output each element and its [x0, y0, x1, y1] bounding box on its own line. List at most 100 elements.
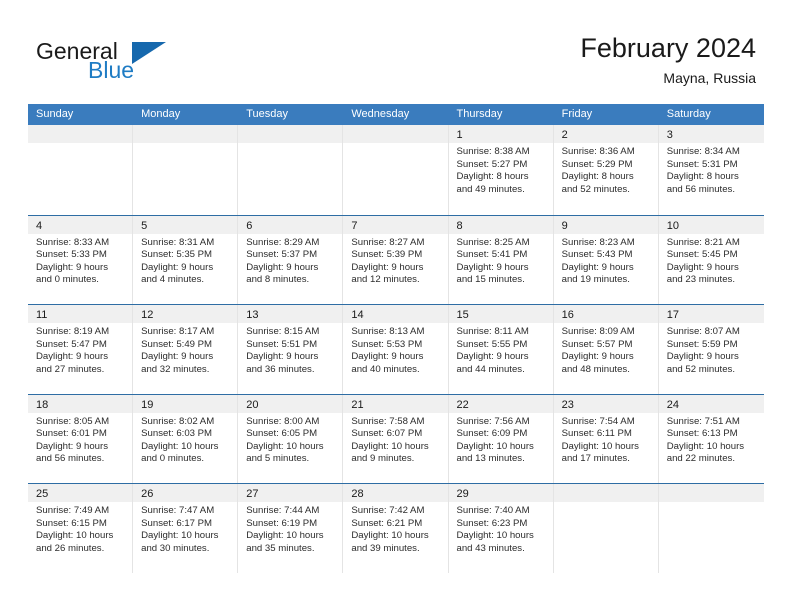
- day-detail-line: Daylight: 8 hours: [456, 171, 529, 183]
- day-detail-line: and 12 minutes.: [351, 274, 420, 286]
- day-details: [238, 143, 342, 146]
- calendar-day-cell[interactable]: 3 Sunrise: 8:34 AM Sunset: 5:31 PM Daylight…: [658, 125, 764, 215]
- day-detail-line: Sunset: 6:11 PM: [561, 428, 632, 440]
- calendar-day-cell[interactable]: 28 Sunrise: 7:42 AM Sunset: 6:21 PM Dayligh…: [343, 484, 449, 573]
- day-detail-line: Sunset: 6:07 PM: [351, 428, 423, 440]
- calendar-day-cell[interactable]: 16 Sunrise: 8:09 AM Sunset: 5:57 PM Dayligh…: [553, 305, 659, 394]
- day-detail-line: and 23 minutes.: [666, 274, 736, 286]
- day-detail-line: Daylight: 9 hours: [141, 351, 214, 363]
- day-detail-line: Sunset: 5:49 PM: [141, 338, 213, 350]
- day-detail-line: Daylight: 9 hours: [561, 351, 634, 363]
- calendar-day-cell[interactable]: 25 Sunrise: 7:49 AM Sunset: 6:15 PM Dayligh…: [28, 484, 134, 573]
- title-block: February 2024 Mayna, Russia: [580, 32, 756, 87]
- day-number: 17: [666, 309, 679, 321]
- calendar-day-cell[interactable]: 7 Sunrise: 8:27 AM Sunset: 5:39 PM Daylight…: [343, 215, 449, 304]
- day-details: Sunrise: 7:47 AM Sunset: 6:17 PM Daylight:…: [133, 502, 237, 555]
- day-number-strip: [658, 484, 764, 502]
- weekday-header-sunday: Sunday: [36, 108, 74, 120]
- calendar-grid: Sunday Monday Tuesday Wednesday Thursday Frid…: [28, 104, 764, 573]
- day-detail-line: and 13 minutes.: [456, 453, 525, 465]
- day-details: Sunrise: 8:05 AM Sunset: 6:01 PM Daylight:…: [28, 413, 132, 466]
- day-detail-line: and 8 minutes.: [246, 274, 310, 286]
- day-detail-line: Sunset: 6:13 PM: [666, 428, 738, 440]
- calendar-day-cell[interactable]: 18 Sunrise: 8:05 AM Sunset: 6:01 PM Dayligh…: [28, 394, 134, 483]
- day-number: 29: [456, 488, 469, 500]
- calendar-day-cell[interactable]: 22 Sunrise: 7:56 AM Sunset: 6:09 PM Dayligh…: [448, 394, 554, 483]
- general-blue-logo[interactable]: General Blue: [36, 38, 216, 88]
- day-number: 13: [246, 309, 259, 321]
- day-detail-line: Daylight: 10 hours: [666, 440, 745, 452]
- day-detail-line: and 36 minutes.: [246, 363, 315, 375]
- day-number-strip: 18: [28, 394, 133, 413]
- calendar-week-row: 18 Sunrise: 8:05 AM Sunset: 6:01 PM Dayligh…: [28, 393, 764, 483]
- day-detail-line: Sunset: 6:21 PM: [351, 517, 423, 529]
- day-detail-line: Sunset: 5:53 PM: [351, 338, 423, 350]
- day-detail-line: Daylight: 9 hours: [561, 261, 634, 273]
- day-detail-line: and 0 minutes.: [141, 453, 205, 465]
- calendar-day-cell[interactable]: 27 Sunrise: 7:44 AM Sunset: 6:19 PM Dayligh…: [238, 484, 344, 573]
- day-detail-line: Sunrise: 8:21 AM: [666, 236, 740, 248]
- calendar-day-cell[interactable]: 10 Sunrise: 8:21 AM Sunset: 5:45 PM Dayligh…: [658, 215, 764, 304]
- calendar-day-cell[interactable]: 4 Sunrise: 8:33 AM Sunset: 5:33 PM Daylight…: [28, 215, 134, 304]
- day-details: Sunrise: 8:21 AM Sunset: 5:45 PM Daylight:…: [659, 234, 764, 287]
- day-detail-line: and 43 minutes.: [456, 542, 525, 554]
- day-detail-line: Daylight: 10 hours: [141, 530, 219, 542]
- day-detail-line: Sunset: 5:37 PM: [246, 249, 318, 261]
- calendar-day-cell[interactable]: 8 Sunrise: 8:25 AM Sunset: 5:41 PM Daylight…: [448, 215, 554, 304]
- calendar-day-cell[interactable]: 5 Sunrise: 8:31 AM Sunset: 5:35 PM Daylight…: [133, 215, 239, 304]
- day-detail-line: Daylight: 9 hours: [141, 261, 214, 273]
- calendar-day-cell[interactable]: 23 Sunrise: 7:54 AM Sunset: 6:11 PM Dayligh…: [553, 394, 659, 483]
- day-details: Sunrise: 8:38 AM Sunset: 5:27 PM Daylight:…: [449, 143, 553, 196]
- day-detail-line: Sunset: 5:31 PM: [666, 158, 738, 170]
- day-detail-line: Sunrise: 8:15 AM: [246, 326, 320, 337]
- calendar-day-cell[interactable]: 9 Sunrise: 8:23 AM Sunset: 5:43 PM Daylight…: [553, 215, 659, 304]
- calendar-day-cell[interactable]: 14 Sunrise: 8:13 AM Sunset: 5:53 PM Dayligh…: [343, 305, 449, 394]
- calendar-day-cell[interactable]: 19 Sunrise: 8:02 AM Sunset: 6:03 PM Dayligh…: [133, 394, 239, 483]
- weekday-header-wednesday: Wednesday: [351, 108, 410, 120]
- day-number-strip: 13: [238, 305, 343, 323]
- day-detail-line: Sunset: 6:17 PM: [141, 517, 213, 529]
- day-detail-line: and 22 minutes.: [666, 453, 736, 465]
- day-detail-line: Sunrise: 7:44 AM: [246, 505, 320, 516]
- calendar-day-cell[interactable]: 12 Sunrise: 8:17 AM Sunset: 5:49 PM Dayligh…: [133, 305, 239, 394]
- day-number-strip: 7: [343, 215, 448, 234]
- calendar-day-cell[interactable]: 17 Sunrise: 8:07 AM Sunset: 5:59 PM Dayligh…: [658, 305, 764, 394]
- day-number-strip: [28, 125, 133, 143]
- day-detail-line: Sunrise: 8:38 AM: [456, 146, 530, 157]
- day-number-strip: 24: [658, 394, 764, 413]
- day-number-strip: [133, 125, 238, 143]
- day-details: Sunrise: 8:36 AM Sunset: 5:29 PM Daylight:…: [554, 143, 658, 196]
- day-number: 5: [141, 219, 148, 232]
- day-number-strip: 23: [553, 394, 658, 413]
- day-number-strip: 22: [448, 394, 553, 413]
- day-number-strip: 3: [658, 125, 764, 143]
- day-number-strip: 15: [448, 305, 553, 323]
- calendar-day-cell[interactable]: 1 Sunrise: 8:38 AM Sunset: 5:27 PM Daylight…: [448, 125, 554, 215]
- day-number: 28: [351, 488, 364, 500]
- day-detail-line: Daylight: 10 hours: [561, 440, 639, 452]
- calendar-day-cell[interactable]: 24 Sunrise: 7:51 AM Sunset: 6:13 PM Dayligh…: [658, 394, 764, 483]
- day-number-strip: 9: [553, 215, 658, 234]
- calendar-day-cell[interactable]: 29 Sunrise: 7:40 AM Sunset: 6:23 PM Dayligh…: [448, 484, 554, 573]
- day-detail-line: and 56 minutes.: [36, 453, 105, 465]
- calendar-day-cell[interactable]: 20 Sunrise: 8:00 AM Sunset: 6:05 PM Dayligh…: [238, 394, 344, 483]
- day-number-strip: 25: [28, 484, 133, 502]
- day-number: 4: [36, 219, 43, 232]
- calendar-day-cell[interactable]: 15 Sunrise: 8:11 AM Sunset: 5:55 PM Dayligh…: [448, 305, 554, 394]
- calendar-day-cell-empty: [238, 125, 344, 215]
- day-detail-line: Daylight: 9 hours: [456, 351, 529, 363]
- day-number: 20: [246, 398, 259, 411]
- day-number-strip: 26: [133, 484, 238, 502]
- calendar-day-cell[interactable]: 13 Sunrise: 8:15 AM Sunset: 5:51 PM Dayligh…: [238, 305, 344, 394]
- day-detail-line: and 52 minutes.: [561, 183, 630, 195]
- day-detail-line: Sunset: 5:55 PM: [456, 338, 528, 350]
- day-detail-line: Sunset: 5:45 PM: [666, 249, 738, 261]
- day-details: Sunrise: 7:42 AM Sunset: 6:21 PM Daylight:…: [343, 502, 447, 555]
- day-number: 11: [36, 309, 48, 321]
- calendar-day-cell[interactable]: 11 Sunrise: 8:19 AM Sunset: 5:47 PM Dayligh…: [28, 305, 134, 394]
- calendar-day-cell[interactable]: 2 Sunrise: 8:36 AM Sunset: 5:29 PM Daylight…: [553, 125, 659, 215]
- calendar-day-cell[interactable]: 26 Sunrise: 7:47 AM Sunset: 6:17 PM Dayligh…: [133, 484, 239, 573]
- calendar-day-cell[interactable]: 6 Sunrise: 8:29 AM Sunset: 5:37 PM Daylight…: [238, 215, 344, 304]
- day-detail-line: Sunrise: 8:05 AM: [36, 415, 110, 427]
- calendar-day-cell[interactable]: 21 Sunrise: 7:58 AM Sunset: 6:07 PM Dayligh…: [343, 394, 449, 483]
